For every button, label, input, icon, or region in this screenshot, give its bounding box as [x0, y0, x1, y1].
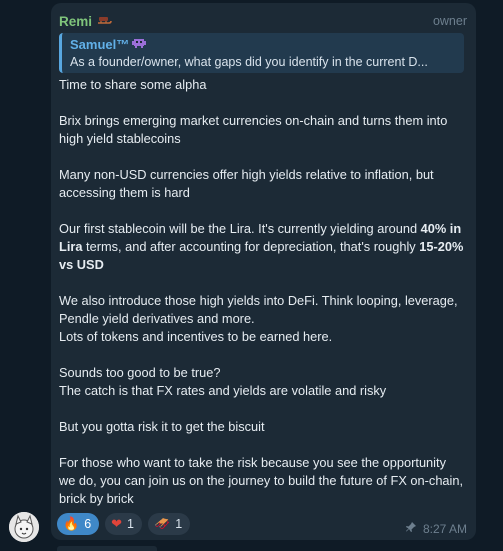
- sled-icon: 🛷: [154, 516, 171, 531]
- paragraph-defi: We also introduce those high yields into…: [59, 292, 464, 346]
- reaction-count: 6: [84, 517, 92, 531]
- message-header: Remi: [59, 12, 112, 30]
- reply-author: Samuel™: [70, 37, 130, 52]
- reaction-fire[interactable]: 🔥 6: [57, 513, 100, 535]
- avatar-image: [9, 512, 39, 542]
- lira-text-2: terms, and after accounting for deprecia…: [82, 239, 420, 254]
- catch-line-1: Sounds too good to be true?: [59, 365, 221, 380]
- paragraph-alpha: Time to share some alpha: [59, 77, 207, 92]
- reaction-heart-on-fire[interactable]: ❤ 1: [105, 513, 142, 535]
- role-badge: owner: [432, 14, 467, 28]
- paragraph-biscuit: But you gotta risk it to get the biscuit: [59, 419, 265, 434]
- sled-emoji-icon: [96, 13, 112, 30]
- catch-line-2: The catch is that FX rates and yields ar…: [59, 383, 387, 398]
- user-avatar[interactable]: [9, 512, 39, 542]
- reaction-count: 1: [175, 517, 183, 531]
- next-message-edge: [57, 546, 157, 551]
- reactions-bar: 🔥 6 ❤ 1 🛷 1: [57, 513, 191, 535]
- message-meta: 8:27 AM: [405, 521, 467, 536]
- defi-line-1: We also introduce those high yields into…: [59, 293, 458, 326]
- reply-text: As a founder/owner, what gaps did you id…: [70, 55, 428, 69]
- message-body: Time to share some alpha Brix brings eme…: [59, 76, 464, 526]
- reaction-count: 1: [127, 517, 134, 531]
- reaction-sled[interactable]: 🛷 1: [148, 513, 191, 535]
- reply-header: Samuel™: [70, 37, 456, 52]
- paragraph-non-usd: Many non-USD currencies offer high yield…: [59, 167, 434, 200]
- paragraph-closing: For those who want to take the risk beca…: [59, 455, 464, 506]
- lira-text-1: Our first stablecoin will be the Lira. I…: [59, 221, 421, 236]
- defi-line-2: Lots of tokens and incentives to be earn…: [59, 329, 333, 344]
- paragraph-catch: Sounds too good to be true? The catch is …: [59, 364, 464, 400]
- alien-monster-icon: [132, 37, 147, 52]
- heart-on-fire-icon: ❤: [111, 516, 123, 531]
- fire-icon: 🔥: [63, 516, 80, 531]
- paragraph-brix: Brix brings emerging market currencies o…: [59, 113, 448, 146]
- reply-quote[interactable]: Samuel™ As a founder/owner, what gaps di…: [59, 33, 464, 73]
- message-time: 8:27 AM: [422, 521, 467, 536]
- pin-icon: [405, 521, 417, 536]
- paragraph-lira: Our first stablecoin will be the Lira. I…: [59, 220, 464, 274]
- sender-name[interactable]: Remi: [59, 14, 92, 29]
- message-bubble[interactable]: Remi owner Samuel™ As a founder/owner, w…: [51, 3, 476, 540]
